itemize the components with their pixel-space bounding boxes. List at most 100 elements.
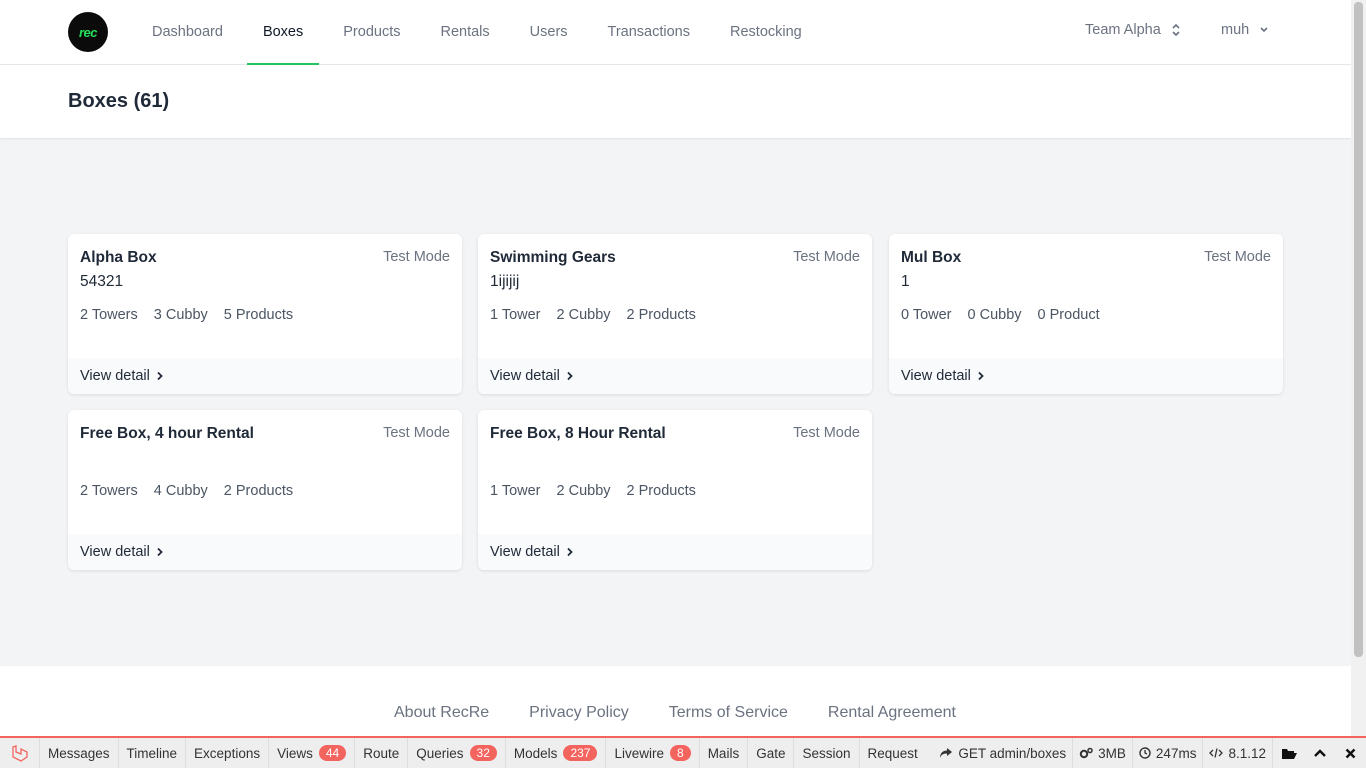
debug-tab-label: Views <box>277 745 313 761</box>
box-towers: 1 Tower <box>490 483 541 499</box>
debug-info: GET admin/boxes 3MB 247ms 8.1.12 <box>933 738 1366 768</box>
debug-time: 247ms <box>1133 738 1204 768</box>
debug-tab-messages[interactable]: Messages <box>40 738 119 768</box>
box-mode: Test Mode <box>383 425 450 441</box>
view-detail-link[interactable]: View detail <box>68 534 462 570</box>
team-name: Team Alpha <box>1085 22 1161 38</box>
nav-boxes[interactable]: Boxes <box>243 0 323 65</box>
debug-tab-timeline[interactable]: Timeline <box>119 738 187 768</box>
nav-restocking[interactable]: Restocking <box>710 0 822 64</box>
debug-tab-label: Messages <box>48 745 110 761</box>
team-switcher[interactable]: Team Alpha <box>1085 22 1181 38</box>
scrollbar-thumb[interactable] <box>1354 2 1363 657</box>
nav-dashboard[interactable]: Dashboard <box>132 0 243 64</box>
box-products: 2 Products <box>626 483 696 499</box>
box-card: Free Box, 8 Hour Rental Test Mode 1 Towe… <box>478 410 872 570</box>
box-code: 1ijijij <box>490 273 520 290</box>
box-products: 2 Products <box>626 307 696 323</box>
chevron-right-icon <box>566 547 574 557</box>
debug-tab-label: Request <box>867 745 918 761</box>
box-cubby: 3 Cubby <box>153 307 208 323</box>
debug-memory-value: 3MB <box>1098 745 1126 761</box>
box-title: Swimming Gears <box>490 249 616 266</box>
box-mode: Test Mode <box>1204 249 1271 265</box>
box-title: Alpha Box <box>80 249 157 266</box>
box-card: Free Box, 4 hour Rental Test Mode 2 Towe… <box>68 410 462 570</box>
footer-link-privacy[interactable]: Privacy Policy <box>509 704 649 722</box>
debug-tab-models[interactable]: Models 237 <box>506 738 607 768</box>
box-stats: 2 Towers 3 Cubby 5 Products <box>80 307 293 323</box>
laravel-logo-icon[interactable] <box>0 738 40 768</box>
view-detail-link[interactable]: View detail <box>889 358 1283 394</box>
chevron-right-icon <box>977 371 985 381</box>
debug-tab-label: Gate <box>756 745 786 761</box>
box-mode: Test Mode <box>793 249 860 265</box>
page-header: Boxes (61) <box>0 65 1351 138</box>
debug-request[interactable]: GET admin/boxes <box>933 738 1074 768</box>
footer-links: About RecRe Privacy Policy Terms of Serv… <box>374 704 976 722</box>
debug-tab-exceptions[interactable]: Exceptions <box>186 738 270 768</box>
footer-link-terms[interactable]: Terms of Service <box>649 704 808 722</box>
box-cubby: 2 Cubby <box>556 307 611 323</box>
debug-tab-label: Timeline <box>126 745 178 761</box>
debug-badge: 44 <box>318 745 347 761</box>
box-title: Mul Box <box>901 249 962 266</box>
box-towers: 0 Tower <box>901 307 952 323</box>
box-towers: 2 Towers <box>80 307 138 323</box>
folder-open-icon[interactable] <box>1273 738 1304 768</box>
debug-tab-label: Session <box>802 745 851 761</box>
user-name: muh <box>1221 22 1250 38</box>
view-detail-link[interactable]: View detail <box>478 358 872 394</box>
chevron-right-icon <box>156 547 164 557</box>
box-cubby: 0 Cubby <box>967 307 1022 323</box>
footer-link-about[interactable]: About RecRe <box>374 704 509 722</box>
debug-tab-queries[interactable]: Queries 32 <box>408 738 506 768</box>
debug-tab-request[interactable]: Request <box>860 738 926 768</box>
clock-icon <box>1139 747 1151 759</box>
debug-tab-mails[interactable]: Mails <box>700 738 749 768</box>
debug-time-value: 247ms <box>1155 745 1197 761</box>
box-code: 1 <box>901 273 910 290</box>
debug-bar: Messages Timeline Exceptions Views 44 Rou… <box>0 736 1366 768</box>
debug-tab-label: Route <box>363 745 400 761</box>
debug-badge: 237 <box>563 745 598 761</box>
debug-tab-livewire[interactable]: Livewire 8 <box>606 738 700 768</box>
debug-tab-label: Exceptions <box>194 745 261 761</box>
box-card: Alpha Box Test Mode 54321 2 Towers 3 Cub… <box>68 234 462 394</box>
chevron-up-icon[interactable] <box>1304 738 1335 768</box>
nav-users[interactable]: Users <box>510 0 588 64</box>
box-mode: Test Mode <box>383 249 450 265</box>
page-title: Boxes (61) <box>68 90 170 112</box>
page-scrollbar[interactable] <box>1351 0 1366 738</box>
close-icon[interactable] <box>1335 738 1366 768</box>
view-detail-label: View detail <box>901 368 971 384</box>
view-detail-link[interactable]: View detail <box>478 534 872 570</box>
selector-icon <box>1171 23 1181 37</box>
debug-badge: 32 <box>469 745 497 761</box>
debug-tab-views[interactable]: Views 44 <box>269 738 356 768</box>
box-stats: 0 Tower 0 Cubby 0 Product <box>901 307 1100 323</box>
box-products: 5 Products <box>223 307 294 323</box>
debug-tab-gate[interactable]: Gate <box>748 738 795 768</box>
nav-rentals[interactable]: Rentals <box>420 0 509 64</box>
box-title: Free Box, 8 Hour Rental <box>490 425 666 442</box>
view-detail-link[interactable]: View detail <box>68 358 462 394</box>
debug-tab-label: Livewire <box>614 745 664 761</box>
debug-tab-route[interactable]: Route <box>355 738 409 768</box>
top-navbar: rec Dashboard Boxes Products Rentals Use… <box>0 0 1351 65</box>
box-products: 2 Products <box>223 483 294 499</box>
footer-link-rental-agreement[interactable]: Rental Agreement <box>808 704 976 722</box>
box-cubby: 2 Cubby <box>556 483 611 499</box>
box-card: Mul Box Test Mode 1 0 Tower 0 Cubby 0 Pr… <box>889 234 1283 394</box>
app-logo[interactable]: rec <box>68 12 108 52</box>
share-icon <box>939 747 953 759</box>
box-card: Swimming Gears Test Mode 1ijijij 1 Tower… <box>478 234 872 394</box>
nav-transactions[interactable]: Transactions <box>588 0 710 64</box>
debug-memory: 3MB <box>1073 738 1133 768</box>
debug-request-label: GET admin/boxes <box>958 745 1067 761</box>
user-menu[interactable]: muh <box>1221 22 1269 38</box>
nav-products[interactable]: Products <box>323 0 420 64</box>
logo-text: rec <box>78 24 98 40</box>
debug-tab-session[interactable]: Session <box>794 738 860 768</box>
box-towers: 2 Towers <box>80 483 138 499</box>
